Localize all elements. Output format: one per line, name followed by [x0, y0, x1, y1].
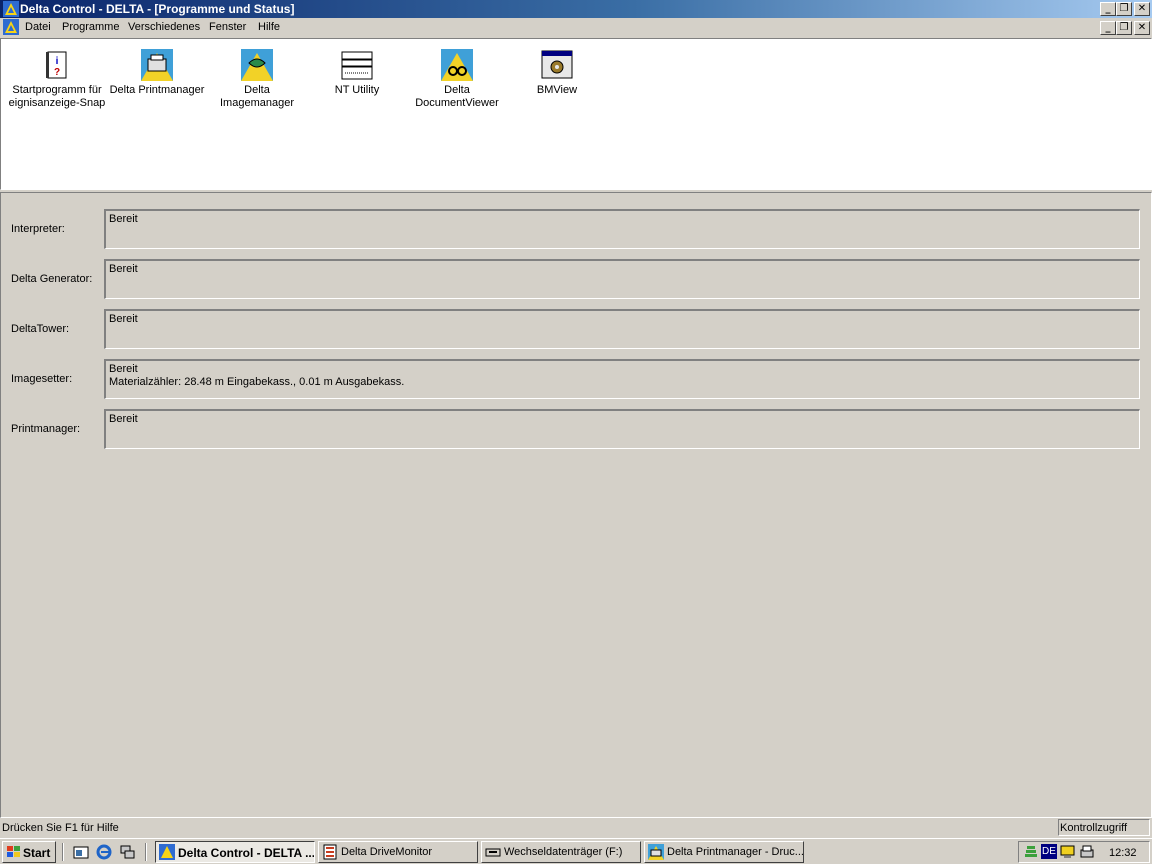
status-box-delta-generator: Bereit [104, 259, 1140, 299]
imagemanager-icon [241, 49, 273, 81]
program-label: Delta Printmanager [109, 84, 205, 96]
internet-explorer-icon[interactable] [96, 844, 112, 860]
program-documentviewer[interactable]: Delta DocumentViewer [407, 49, 507, 110]
program-label: Startprogramm für eignisanzeige-Snap [8, 84, 106, 109]
taskbar-separator [62, 843, 64, 861]
program-nt-utility[interactable]: NT Utility [307, 49, 407, 97]
svg-text:i: i [56, 56, 59, 67]
program-label: Delta DocumentViewer [415, 84, 499, 109]
access-pane: Kontrollzugriff [1058, 819, 1150, 836]
documentviewer-icon [441, 49, 473, 81]
program-label: Delta Imagemanager [220, 84, 294, 109]
status-box-printmanager: Bereit [104, 409, 1140, 449]
delta-app-icon [3, 1, 19, 17]
start-label: Start [23, 846, 51, 860]
document-icon[interactable] [3, 19, 19, 35]
doc-restore-button[interactable]: ❐ [1116, 21, 1132, 35]
bmview-icon [541, 50, 573, 79]
clock: 12:32 [1109, 847, 1137, 859]
help-hint: Drücken Sie F1 für Hilfe [2, 822, 119, 834]
status-label-printmanager: Printmanager: [11, 423, 81, 435]
monitor-tray-icon[interactable] [1060, 844, 1076, 860]
status-box-imagesetter: Bereit Materialzähler: 28.48 m Eingabeka… [104, 359, 1140, 399]
menu-hilfe[interactable]: Hilfe [258, 21, 280, 33]
printmanager-icon [648, 844, 664, 860]
windows-logo-icon [7, 846, 20, 857]
drivemonitor-icon [323, 844, 337, 860]
stack-tray-icon[interactable] [1023, 844, 1039, 860]
menu-verschiedenes[interactable]: Verschiedenes [128, 21, 200, 33]
program-startprogramm[interactable]: i ? Startprogramm für eignisanzeige-Snap [7, 49, 107, 110]
status-label-interpreter: Interpreter: [11, 223, 65, 235]
taskbar: Start Delta Control - DELTA ... Delta Dr… [0, 838, 1152, 864]
doc-minimize-button[interactable]: _ [1100, 21, 1116, 35]
status-label-imagesetter: Imagesetter: [11, 373, 73, 385]
title-bar[interactable]: Delta Control - DELTA - [Programme und S… [0, 0, 1152, 18]
delta-app-icon [159, 844, 175, 860]
status-label-delta-generator: Delta Generator: [11, 273, 93, 285]
taskbar-button-label: Wechseldatenträger (F:) [504, 846, 623, 858]
svg-text:?: ? [54, 67, 60, 78]
program-printmanager[interactable]: Delta Printmanager [107, 49, 207, 97]
printmanager-icon [141, 49, 173, 81]
taskbar-separator [145, 843, 147, 861]
nt-utility-icon [341, 51, 373, 80]
window-title: Delta Control - DELTA - [Programme und S… [20, 2, 295, 16]
show-desktop-icon[interactable] [73, 844, 89, 860]
maximize-button[interactable]: ❐ [1116, 2, 1132, 16]
program-icon-panel: i ? Startprogramm für eignisanzeige-Snap… [0, 38, 1152, 190]
start-button[interactable]: Start [2, 841, 56, 863]
status-area: Interpreter: Bereit Delta Generator: Ber… [0, 192, 1152, 818]
taskbar-button-delta-control[interactable]: Delta Control - DELTA ... [155, 841, 315, 863]
taskbar-button-label: Delta Control - DELTA ... [178, 846, 315, 860]
taskbar-button-label: Delta Printmanager - Druc... [667, 846, 804, 858]
status-label-deltatower: DeltaTower: [11, 323, 70, 335]
info-book-icon: i ? [46, 51, 67, 79]
program-label: BMView [536, 84, 578, 96]
language-indicator[interactable]: DE [1041, 844, 1057, 859]
program-bmview[interactable]: BMView [507, 49, 607, 97]
status-box-interpreter: Bereit [104, 209, 1140, 249]
menu-bar: Datei Programme Verschiedenes Fenster Hi… [0, 18, 1152, 37]
removable-drive-icon [485, 848, 501, 857]
taskbar-button-removable-drive[interactable]: Wechseldatenträger (F:) [481, 841, 641, 863]
printer-tray-icon[interactable] [1079, 844, 1095, 860]
status-bar: Drücken Sie F1 für Hilfe Kontrollzugriff [0, 818, 1152, 837]
system-tray: DE 12:32 [1018, 841, 1150, 863]
network-icon[interactable] [119, 844, 135, 860]
status-box-deltatower: Bereit [104, 309, 1140, 349]
taskbar-button-drivemonitor[interactable]: Delta DriveMonitor [318, 841, 478, 863]
menu-datei[interactable]: Datei [25, 21, 51, 33]
program-imagemanager[interactable]: Delta Imagemanager [207, 49, 307, 110]
program-label: NT Utility [334, 84, 380, 96]
menu-fenster[interactable]: Fenster [209, 21, 246, 33]
close-button[interactable]: ✕ [1134, 2, 1150, 16]
menu-programme[interactable]: Programme [62, 21, 119, 33]
doc-close-button[interactable]: ✕ [1134, 21, 1150, 35]
minimize-button[interactable]: _ [1100, 2, 1116, 16]
taskbar-button-printmanager[interactable]: Delta Printmanager - Druc... [644, 841, 804, 863]
taskbar-button-label: Delta DriveMonitor [341, 846, 433, 858]
